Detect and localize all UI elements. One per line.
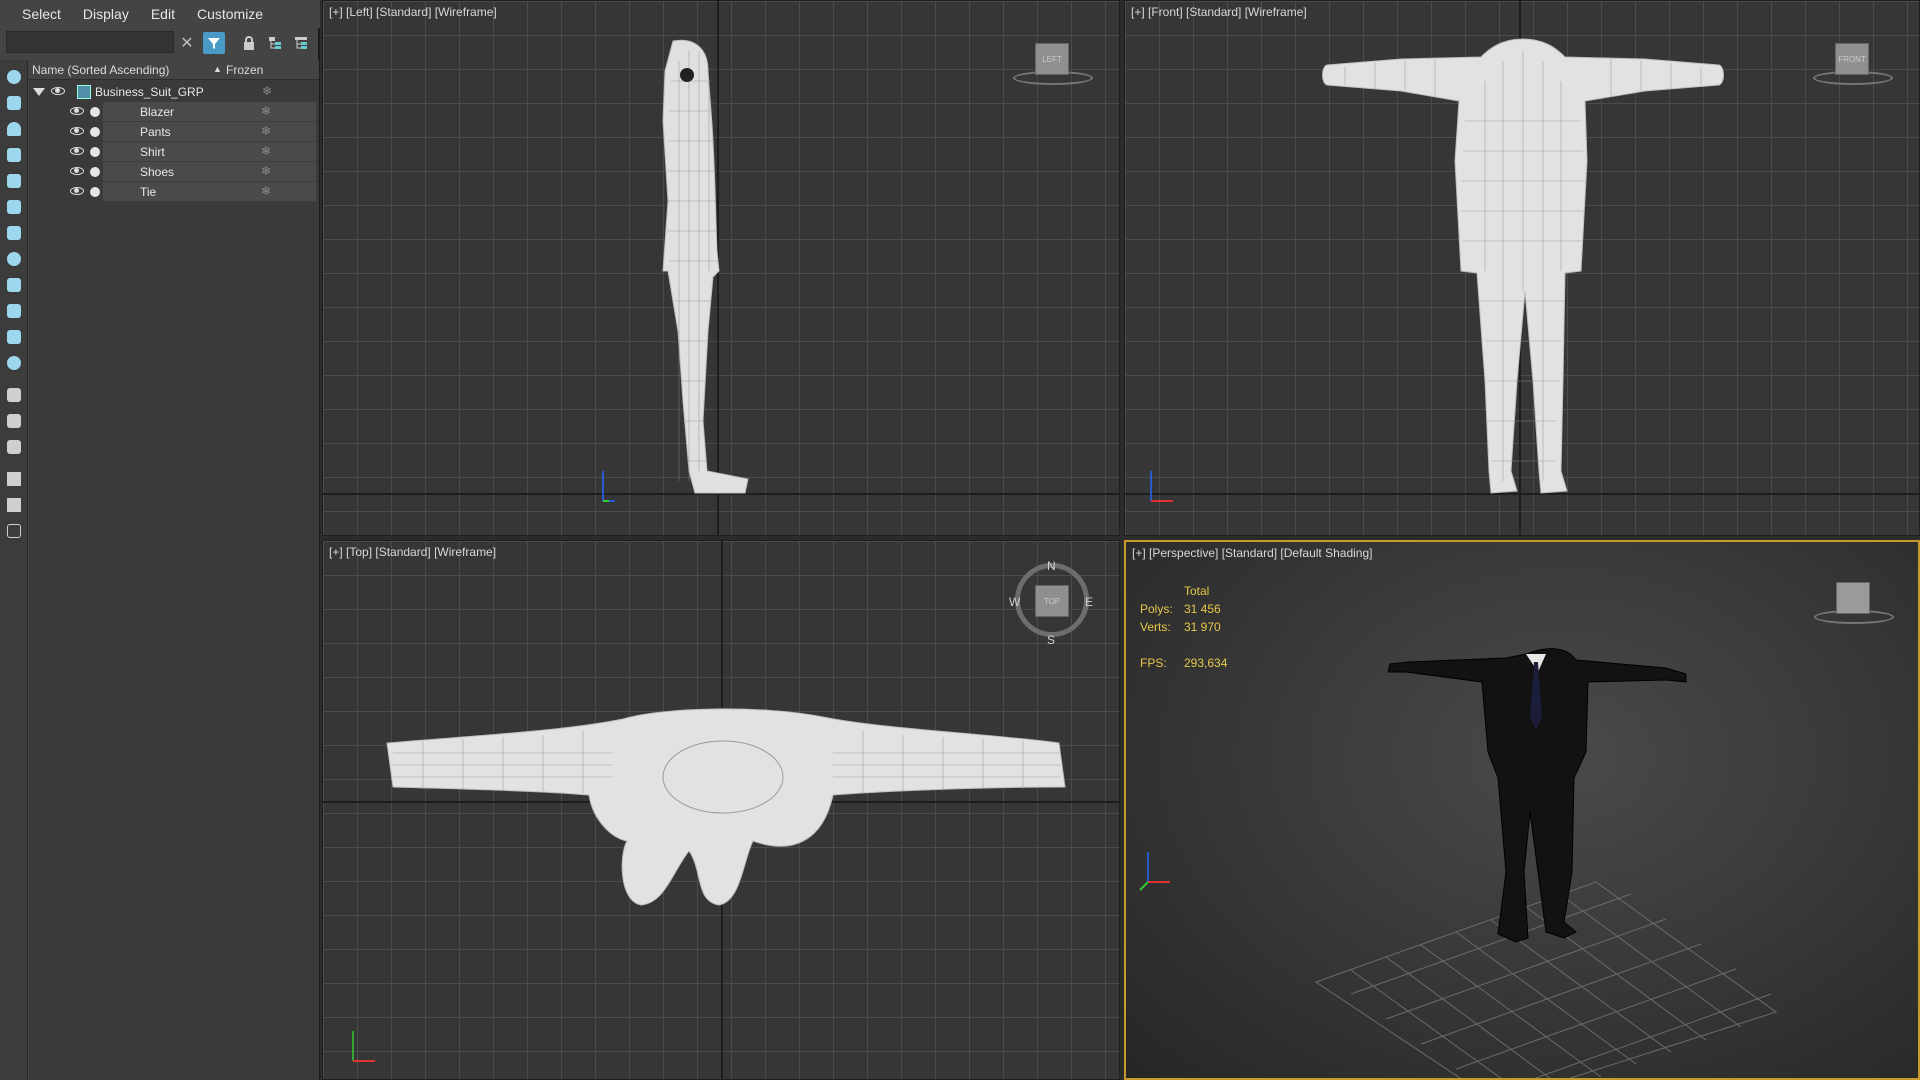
visibility-eye-icon[interactable]: [70, 147, 84, 155]
groups-filter-icon[interactable]: [3, 222, 25, 244]
render-dot-icon[interactable]: [90, 167, 100, 177]
lights-filter-icon[interactable]: [3, 118, 25, 140]
bones-filter-icon[interactable]: [3, 274, 25, 296]
freeze-icon[interactable]: ❄: [261, 184, 271, 198]
menu-display[interactable]: Display: [75, 3, 137, 25]
name-column-header[interactable]: Name (Sorted Ascending): [32, 63, 169, 77]
object-label: Tie: [140, 185, 157, 199]
viewport-top[interactable]: [+] [Top] [Standard] [Wireframe] TOP N S…: [322, 540, 1120, 1080]
visibility-eye-icon[interactable]: [70, 187, 84, 195]
object-label: Pants: [140, 125, 171, 139]
containers-filter-icon[interactable]: [3, 300, 25, 322]
freeze-icon[interactable]: ❄: [261, 104, 271, 118]
menubar: Select Display Edit Customize: [0, 0, 320, 28]
display-all-icon[interactable]: [3, 384, 25, 406]
freeze-icon[interactable]: ❄: [262, 84, 272, 98]
xrefs-filter-icon[interactable]: [3, 248, 25, 270]
sort-arrow-icon: ▲: [213, 64, 222, 74]
viewport-front[interactable]: [+] [Front] [Standard] [Wireframe] FRONT: [1124, 0, 1920, 536]
invert-display-icon[interactable]: [3, 436, 25, 458]
visibility-eye-icon[interactable]: [70, 167, 84, 175]
object-label: Shirt: [140, 145, 165, 159]
tree-row-shoes[interactable]: Shoes ❄: [103, 162, 316, 182]
render-dot-icon[interactable]: [90, 187, 100, 197]
viewport-left[interactable]: [+] [Left] [Standard] [Wireframe] LEFT: [322, 0, 1120, 536]
explorer-toolbar: ✕: [0, 29, 320, 57]
visibility-eye-icon[interactable]: [70, 127, 84, 135]
tree-header: Name (Sorted Ascending) ▲ Frozen: [29, 60, 319, 80]
tree-row-shirt[interactable]: Shirt ❄: [103, 142, 316, 162]
hidden-filter-icon[interactable]: [3, 352, 25, 374]
scene-tree: Name (Sorted Ascending) ▲ Frozen Busines…: [29, 60, 319, 1080]
group-label: Business_Suit_GRP: [95, 85, 204, 99]
viewport-perspective[interactable]: [+] [Perspective] [Standard] [Default Sh…: [1124, 540, 1920, 1080]
space-warps-filter-icon[interactable]: [3, 196, 25, 218]
cameras-filter-icon[interactable]: [3, 144, 25, 166]
layer-hierarchy-icon[interactable]: [290, 32, 312, 54]
tree-row-blazer[interactable]: Blazer ❄: [103, 102, 316, 122]
geometry-filter-icon[interactable]: [3, 66, 25, 88]
visibility-eye-icon[interactable]: [70, 107, 84, 115]
menu-edit[interactable]: Edit: [143, 3, 183, 25]
display-none-icon[interactable]: [3, 410, 25, 432]
suit-wireframe-side: [602, 39, 749, 502]
tree-row-tie[interactable]: Tie ❄: [103, 182, 316, 202]
suit-wireframe-top: [352, 708, 1066, 1062]
expand-triangle-icon[interactable]: [33, 88, 45, 96]
group-icon: [77, 85, 91, 99]
visibility-eye-icon[interactable]: [51, 87, 65, 95]
freeze-icon[interactable]: ❄: [261, 124, 271, 138]
tree-row-group[interactable]: Business_Suit_GRP ❄: [29, 82, 316, 102]
folder-icon[interactable]: [3, 520, 25, 542]
lock-icon[interactable]: [238, 32, 260, 54]
explorer-side-toolbar: [0, 60, 28, 1080]
freeze-icon[interactable]: ❄: [261, 164, 271, 178]
filter-funnel-icon[interactable]: [3, 468, 25, 490]
object-label: Blazer: [140, 105, 175, 119]
menu-customize[interactable]: Customize: [189, 3, 271, 25]
render-dot-icon[interactable]: [90, 107, 100, 117]
freeze-icon[interactable]: ❄: [261, 144, 271, 158]
search-input[interactable]: [6, 31, 174, 53]
shapes-filter-icon[interactable]: [3, 92, 25, 114]
selection-filter-icon[interactable]: [3, 494, 25, 516]
object-label: Shoes: [140, 165, 175, 179]
suit-wireframe-front: [1150, 38, 1724, 502]
scene-explorer-panel: Select Display Edit Customize ✕ Name (So…: [0, 0, 320, 1080]
render-dot-icon[interactable]: [90, 127, 100, 137]
filter-icon[interactable]: [203, 32, 225, 54]
frozen-filter-icon[interactable]: [3, 326, 25, 348]
tree-row-pants[interactable]: Pants ❄: [103, 122, 316, 142]
render-dot-icon[interactable]: [90, 147, 100, 157]
hierarchy-icon[interactable]: [264, 32, 286, 54]
perspective-scene: [1139, 648, 1778, 1078]
clear-search-icon[interactable]: ✕: [176, 32, 198, 54]
app-window: Select Display Edit Customize ✕ Name (So…: [0, 0, 1920, 1080]
menu-select[interactable]: Select: [14, 3, 69, 25]
frozen-column-header[interactable]: Frozen: [226, 63, 263, 77]
helpers-filter-icon[interactable]: [3, 170, 25, 192]
